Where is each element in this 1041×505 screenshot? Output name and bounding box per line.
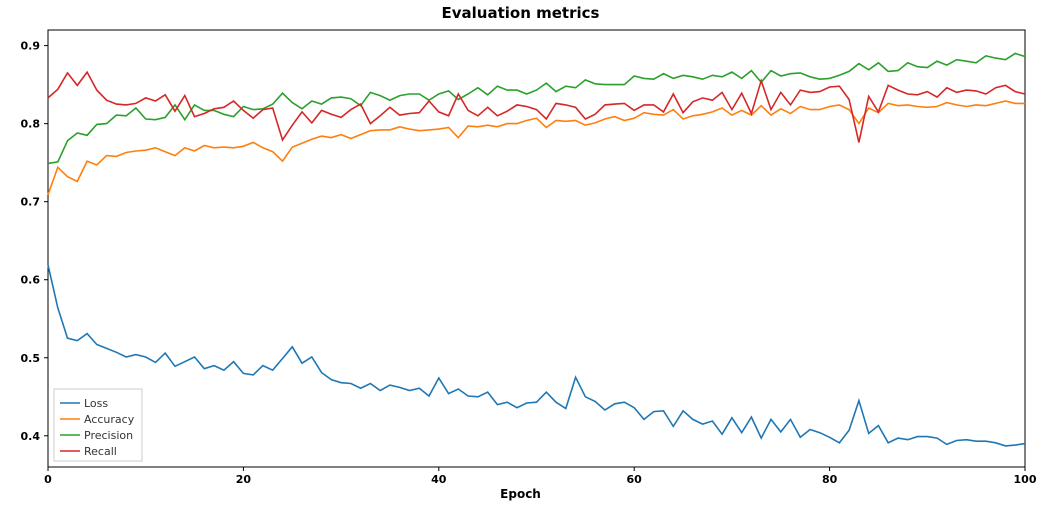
line-chart: 0 20 40 60 80 100 0.4 0.5 0.6 0.7 0.8 0.9 Loss Accura… bbox=[0, 0, 1041, 505]
y-tick-label: 0.7 bbox=[21, 196, 41, 209]
x-tick-label: 60 bbox=[627, 473, 643, 486]
y-tick-label: 0.4 bbox=[21, 430, 41, 443]
y-tick-label: 0.5 bbox=[21, 352, 41, 365]
series-loss bbox=[48, 265, 1025, 446]
legend-label: Recall bbox=[84, 445, 117, 458]
x-tick-label: 20 bbox=[236, 473, 252, 486]
x-tick-label: 0 bbox=[44, 473, 52, 486]
legend-label: Precision bbox=[84, 429, 133, 442]
x-tick-label: 80 bbox=[822, 473, 838, 486]
y-tick-label: 0.6 bbox=[21, 274, 41, 287]
series-precision bbox=[48, 53, 1025, 163]
legend-label: Loss bbox=[84, 397, 108, 410]
x-tick-label: 40 bbox=[431, 473, 447, 486]
legend-label: Accuracy bbox=[84, 413, 135, 426]
x-tick-label: 100 bbox=[1014, 473, 1037, 486]
y-tick-label: 0.8 bbox=[21, 118, 41, 131]
chart-container: Evaluation metrics Epoch 0204060801000.4… bbox=[0, 0, 1041, 505]
series-recall bbox=[48, 72, 1025, 142]
y-tick-label: 0.9 bbox=[21, 40, 41, 53]
